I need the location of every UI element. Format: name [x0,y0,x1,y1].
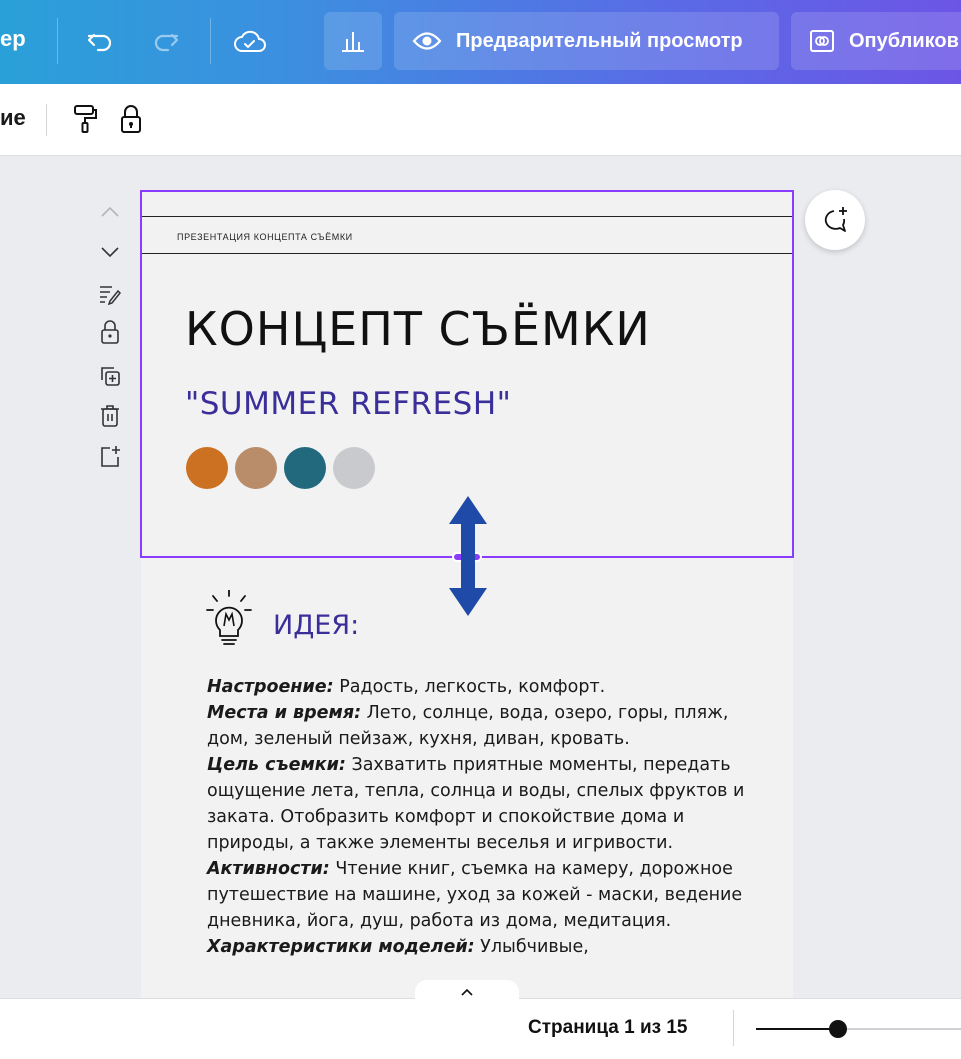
cloud-saved-icon[interactable] [230,22,270,62]
paragraph-goal: Цель съемки: Захватить приятные моменты,… [207,755,745,853]
comment-plus-icon [820,205,850,235]
lock-icon[interactable] [96,318,124,346]
paragraph-label: Цель съемки: [207,755,346,775]
notes-icon[interactable] [96,280,124,308]
page-title[interactable]: КОНЦЕПТ СЪЁМКИ [185,302,651,356]
divider-line [141,216,793,217]
idea-heading[interactable]: ИДЕЯ: [273,610,359,641]
context-toolbar: ие [0,84,961,156]
divider [57,18,58,64]
vertical-resize-arrow-icon [449,496,487,616]
lightbulb-icon [205,589,253,655]
insights-button[interactable] [324,12,382,70]
preview-button[interactable]: Предварительный просмотр [394,12,779,70]
menu-fragment-label[interactable]: ер [0,26,26,52]
divider [733,1010,734,1046]
add-page-icon[interactable] [96,442,124,470]
color-swatch[interactable] [284,447,326,489]
page-subtitle[interactable]: "SUMMER REFRESH" [185,386,511,422]
lock-icon[interactable] [114,102,148,136]
paragraph-models: Характеристики моделей: Улыбчивые, [207,937,589,957]
paragraph-label: Активности: [207,859,330,879]
divider-line [141,253,793,254]
duplicate-icon[interactable] [96,362,124,390]
paragraph-activities: Активности: Чтение книг, съемка на камер… [207,859,743,931]
paragraph-mood: Настроение: Радость, легкость, комфорт. [207,677,606,697]
preview-label: Предварительный просмотр [456,29,743,52]
paragraph-label: Характеристики моделей: [207,937,475,957]
idea-body-text[interactable]: Настроение: Радость, легкость, комфорт. … [207,674,767,960]
color-swatch[interactable] [186,447,228,489]
zoom-slider-thumb[interactable] [829,1020,847,1038]
paragraph-places: Места и время: Лето, солнце, вода, озеро… [207,703,729,749]
publish-icon [809,29,835,53]
add-comment-button[interactable] [805,190,865,250]
paragraph-label: Места и время: [207,703,362,723]
insights-icon [340,29,366,53]
publish-button[interactable]: Опубликов [791,12,961,70]
color-swatch[interactable] [235,447,277,489]
paint-roller-icon[interactable] [68,102,102,136]
expand-pages-tab[interactable] [415,980,519,1004]
chevron-up-icon[interactable] [96,198,124,226]
color-swatch[interactable] [333,447,375,489]
trash-icon[interactable] [96,402,124,430]
undo-icon[interactable] [80,22,120,62]
paragraph-label: Настроение: [207,677,334,697]
chevron-up-icon [460,988,474,996]
redo-icon[interactable] [146,22,186,62]
zoom-slider-fill [756,1028,838,1030]
divider [210,18,211,64]
presentation-caption: ПРЕЗЕНТАЦИЯ КОНЦЕПТА СЪЁМКИ [177,232,353,242]
divider [46,104,47,136]
chevron-down-icon[interactable] [96,238,124,266]
toolbar-fragment-label[interactable]: ие [0,105,26,131]
page-indicator[interactable]: Страница 1 из 15 [528,1017,688,1039]
eye-icon [412,30,442,52]
publish-label: Опубликов [849,29,959,52]
top-toolbar: ер Предварительный просмотр Опубликов [0,0,961,84]
